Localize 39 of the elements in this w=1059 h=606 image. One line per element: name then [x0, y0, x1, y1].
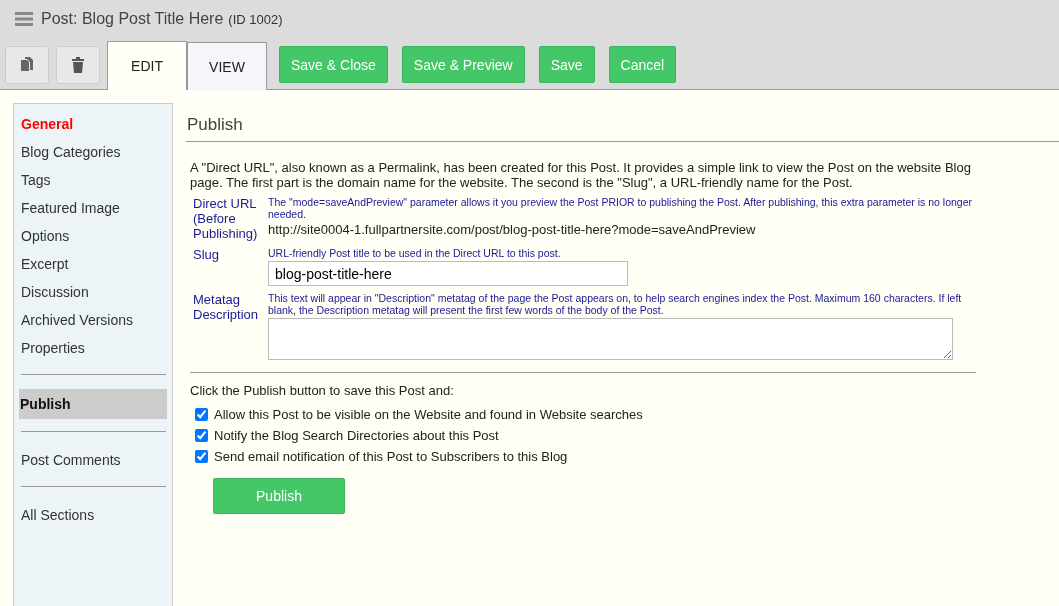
sidebar-item[interactable]: Properties [20, 334, 167, 362]
field-label: Direct URL (Before Publishing) [193, 196, 259, 241]
publish-prompt: Click the Publish button to save this Post and: [190, 383, 455, 398]
window-title: Post: Blog Post Title Here [41, 10, 224, 28]
field-label: Slug [193, 247, 221, 264]
checkbox-label: Send email notification of this Post to Subscribers to this Blog [214, 449, 568, 464]
checkbox-label: Allow this Post to be visible on the Website and found in Website searches [214, 407, 643, 422]
sidebar-item[interactable]: Excerpt [20, 250, 167, 278]
sidebar-item[interactable]: All Sections [20, 501, 167, 529]
checkbox-label: Notify the Blog Search Directories about this Post [214, 428, 499, 443]
sidebar-item[interactable]: Tags [20, 166, 167, 194]
field-hint: The "mode=saveAndPreview" parameter allows it you preview the Post PRIOR to publishing the Post. After publishing, this extra parameter is no longer needed. [268, 196, 974, 220]
textarea-field[interactable] [268, 318, 953, 360]
sidebar-item[interactable]: Post Comments [20, 446, 167, 474]
post-id: (ID 1002) [228, 11, 283, 27]
trash-icon [72, 57, 84, 73]
input-field[interactable]: blog-post-title-here [268, 261, 628, 286]
sidebar-item[interactable]: Blog Categories [20, 138, 167, 166]
field-label: Metatag Description [193, 292, 260, 324]
sidebar-item[interactable]: Archived Versions [20, 306, 167, 334]
delete-button[interactable] [56, 46, 100, 84]
tab[interactable]: EDIT [107, 41, 187, 90]
sidebar-item[interactable]: Featured Image [20, 194, 167, 222]
copy-button[interactable] [5, 46, 49, 84]
field-hint: URL-friendly Post title to be used in the Direct URL to this post. [268, 247, 562, 259]
checkbox[interactable] [195, 450, 208, 463]
sidebar-item[interactable]: Publish [19, 389, 167, 419]
copy-icon [20, 56, 34, 74]
sidebar-item[interactable]: Options [20, 222, 167, 250]
tab[interactable]: VIEW [187, 42, 267, 90]
direct-url: http://site0004-1.fullpartnersite.com/post/blog-post-title-here?mode=saveAndPreview [268, 222, 757, 237]
checkbox[interactable] [195, 408, 208, 421]
intro-text: A "Direct URL", also known as a Permalink, has been created for this Post. It provides a simple link to view the Post on the website Blog page. The first part is the domain name for the website. The second is the "Slug", a URL-friendly name for the Post. [190, 160, 972, 190]
menu-icon[interactable] [15, 12, 33, 26]
sidebar-item[interactable]: Discussion [20, 278, 167, 306]
sidebar-item[interactable]: General [20, 110, 167, 138]
section-title: Publish [186, 115, 1059, 142]
field-hint: This text will appear in "Description" metatag of the page the Post appears on, to help search engines index the Post. Maximum 160 characters. If left blank, the Description metatag will present the first few words of the body of the Post. [268, 292, 963, 316]
checkbox[interactable] [195, 429, 208, 442]
